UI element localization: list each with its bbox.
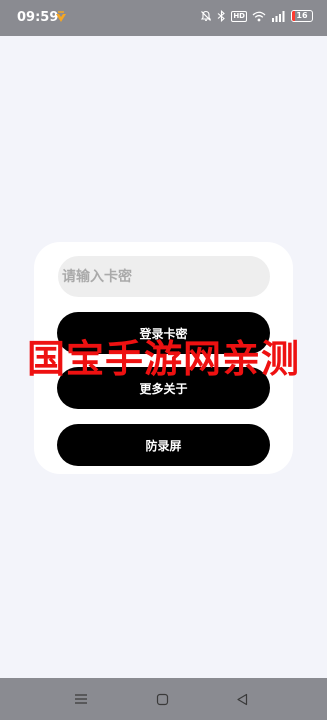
bluetooth-icon [217,10,226,22]
login-card: 登录卡密 更多关于 防录屏 [34,242,293,474]
wifi-icon [252,11,266,21]
status-time: 09:59 [17,10,59,25]
more-about-button[interactable]: 更多关于 [57,367,270,409]
status-icons: HD 16 [200,10,313,22]
status-bar: 09:59 HD 16 [0,0,327,36]
login-button[interactable]: 登录卡密 [57,312,270,354]
signal-icon [272,11,285,22]
mute-icon [201,10,212,21]
home-icon [156,693,168,705]
navigation-bar [0,678,327,720]
anti-screen-record-button[interactable]: 防录屏 [57,424,270,466]
nav-menu-button[interactable] [72,690,90,708]
menu-icon [75,694,87,704]
nav-home-button[interactable] [153,690,171,708]
card-key-input[interactable] [58,256,270,297]
battery-level [292,11,296,21]
nav-back-button[interactable] [233,690,251,708]
hd-icon: HD [231,10,247,22]
battery-percent: 16 [296,11,308,20]
battery-icon: 16 [291,10,313,22]
back-icon [237,693,248,705]
app-notification-icon [56,11,66,22]
